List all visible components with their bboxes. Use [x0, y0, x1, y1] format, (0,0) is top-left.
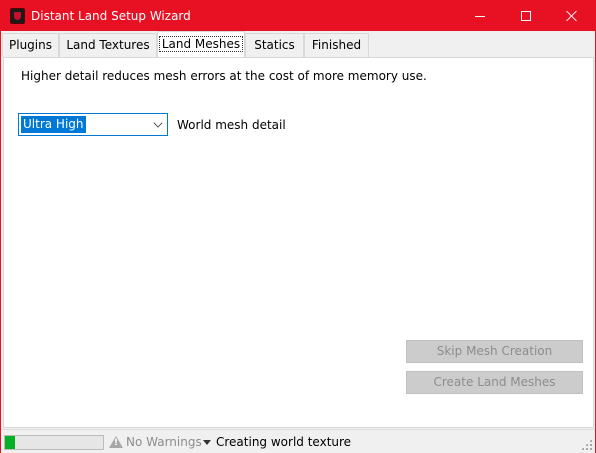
create-land-meshes-button[interactable]: Create Land Meshes — [406, 371, 583, 394]
tab-land-meshes[interactable]: Land Meshes — [157, 31, 245, 57]
minimize-icon — [475, 15, 485, 17]
skip-mesh-creation-button[interactable]: Skip Mesh Creation — [406, 340, 583, 363]
tab-label: Land Meshes — [158, 36, 244, 52]
tab-strip: Plugins Land Textures Land Meshes Static… — [1, 31, 595, 57]
status-message: Creating world texture — [216, 435, 352, 449]
dropdown-arrow-icon[interactable] — [203, 440, 211, 445]
tab-finished[interactable]: Finished — [304, 33, 369, 57]
chevron-down-icon[interactable] — [153, 118, 163, 128]
warnings-status[interactable]: No Warnings — [126, 435, 202, 449]
close-button[interactable] — [549, 1, 595, 31]
progress-fill — [5, 436, 15, 449]
tab-label: Plugins — [9, 38, 52, 52]
app-icon — [10, 8, 25, 24]
progress-bar — [4, 435, 104, 450]
maximize-button[interactable] — [503, 1, 549, 31]
tab-statics[interactable]: Statics — [245, 33, 304, 57]
land-meshes-page: Higher detail reduces mesh errors at the… — [3, 57, 594, 428]
warning-icon — [109, 436, 123, 448]
mesh-detail-dropdown[interactable]: Ultra High — [18, 113, 168, 136]
tab-label: Land Textures — [66, 38, 150, 52]
status-bar: No Warnings Creating world texture — [1, 429, 595, 453]
wizard-window: Distant Land Setup Wizard Plugins Land T… — [0, 0, 596, 453]
tab-label: Statics — [254, 38, 295, 52]
title-bar[interactable]: Distant Land Setup Wizard — [1, 1, 595, 31]
minimize-button[interactable] — [457, 1, 503, 31]
maximize-icon — [521, 11, 531, 21]
mesh-description: Higher detail reduces mesh errors at the… — [21, 69, 427, 83]
tab-label: Finished — [311, 38, 362, 52]
tab-plugins[interactable]: Plugins — [2, 33, 59, 57]
close-icon — [566, 10, 578, 22]
window-title: Distant Land Setup Wizard — [31, 9, 191, 23]
resize-grip-icon[interactable] — [581, 439, 592, 450]
mesh-detail-selected: Ultra High — [21, 116, 86, 133]
tab-land-textures[interactable]: Land Textures — [59, 33, 157, 57]
mesh-detail-label: World mesh detail — [177, 118, 286, 132]
